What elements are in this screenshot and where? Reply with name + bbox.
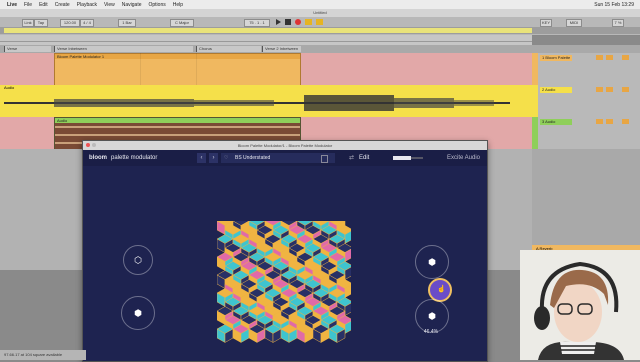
clip-title: Audio	[4, 85, 15, 90]
waveform	[4, 95, 510, 111]
key-select[interactable]: C Major	[170, 19, 194, 27]
arm-button[interactable]	[622, 119, 629, 124]
plugin-window: Bloom Palette Modulator/1 - Bloom Palett…	[82, 140, 488, 362]
record-icon[interactable]	[295, 19, 301, 25]
mixer-track-name[interactable]: 2 Audio	[540, 87, 572, 93]
edit-button[interactable]: Edit	[359, 150, 369, 166]
locator-verse[interactable]: Verse	[4, 46, 51, 52]
excite-audio-logo: Excite Audio	[447, 155, 481, 161]
plugin-window-title: Bloom Palette Modulator/1 - Bloom Palett…	[83, 141, 487, 150]
plugin-header: bloom palette modulator ‹ › ♡ BS Underst…	[83, 150, 487, 166]
output-slider[interactable]	[393, 156, 423, 160]
track-activator[interactable]	[596, 55, 603, 60]
preset-name: BS Understated	[235, 155, 271, 161]
macro-knob-right-top[interactable]: ⬢	[415, 245, 449, 279]
transport-bar: Untitled Link Tap 120.00 4 / 4 1 Bar C M…	[0, 9, 640, 36]
menu-navigate[interactable]: Navigate	[122, 2, 142, 8]
menu-playback[interactable]: Playback	[77, 2, 97, 8]
cube-icon: ⬢	[428, 311, 436, 321]
window-title: Untitled	[313, 10, 327, 15]
time-ruler[interactable]	[0, 35, 532, 45]
loop-icon[interactable]	[316, 19, 323, 25]
minimize-icon[interactable]	[92, 143, 96, 147]
menu-help[interactable]: Help	[173, 2, 183, 8]
overview-bar[interactable]	[4, 28, 532, 33]
mixer-track-name[interactable]: 3 Audio	[540, 119, 572, 125]
save-icon[interactable]	[321, 155, 328, 163]
macro-value-readout: 46.4%	[423, 329, 439, 335]
edit-icon[interactable]: ⇄	[349, 150, 354, 166]
quantize-select[interactable]: 1 Bar	[118, 19, 136, 27]
clip-bloom[interactable]: Bloom Palette Modulator 1	[54, 53, 301, 87]
solo-button[interactable]	[606, 55, 613, 60]
link-button[interactable]: Link	[22, 19, 34, 27]
tap-button[interactable]: Tap	[34, 19, 48, 27]
menu-create[interactable]: Create	[55, 2, 70, 8]
clip-title: Bloom Palette Modulator 1	[55, 54, 300, 59]
arm-button[interactable]	[622, 55, 629, 60]
cpu-meter: 7 %	[612, 19, 624, 27]
product-name: palette modulator	[111, 155, 158, 161]
solo-button[interactable]	[606, 87, 613, 92]
position-field[interactable]: 75 . 1 . 1	[244, 19, 270, 27]
locator-verse-2[interactable]: Verse 2 Inbetween	[262, 46, 301, 52]
mixer-track-2[interactable]: 2 Audio	[532, 85, 640, 117]
macro-knob-right-bottom[interactable]: ⬢	[415, 299, 449, 333]
menu-view[interactable]: View	[104, 2, 115, 8]
preset-selector[interactable]: ♡ BS Understated	[221, 153, 335, 163]
mixer-track-1[interactable]: 1 Bloom Palette	[532, 53, 640, 85]
mixer-track-3[interactable]: 3 Audio	[532, 117, 640, 149]
prev-preset-icon[interactable]: ‹	[197, 153, 206, 163]
menu-bar: Live File Edit Create Playback View Navi…	[0, 0, 640, 9]
status-bar: 97.66.17 at 104 square available	[0, 350, 86, 360]
menu-live[interactable]: Live	[7, 2, 17, 8]
pointer-icon: ☝	[437, 286, 446, 293]
webcam-overlay	[520, 250, 640, 360]
solo-button[interactable]	[606, 119, 613, 124]
mixer-track-name[interactable]: 1 Bloom Palette	[540, 55, 572, 61]
tempo-field[interactable]: 120.00	[60, 19, 80, 27]
brand-logo: bloom	[89, 155, 107, 161]
menu-file[interactable]: File	[24, 2, 32, 8]
arm-button[interactable]	[622, 87, 629, 92]
cube-icon: ⬢	[134, 308, 142, 318]
presenter-video	[520, 250, 640, 360]
cube-arrow-icon: ⬡	[134, 255, 142, 265]
track-activator[interactable]	[596, 119, 603, 124]
cube-icon: ⬢	[428, 257, 436, 267]
close-icon[interactable]	[86, 143, 90, 147]
track-lane-2[interactable]: Audio	[0, 85, 532, 117]
track-activator[interactable]	[596, 87, 603, 92]
midi-button[interactable]: MIDI	[566, 19, 582, 27]
locator-verse-inbetween[interactable]: Verse Inbetween	[54, 46, 193, 52]
key-button[interactable]: KEY	[540, 19, 552, 27]
menu-edit[interactable]: Edit	[39, 2, 48, 8]
signature-field[interactable]: 4 / 4	[80, 19, 94, 27]
palette-cube-pattern[interactable]	[217, 221, 351, 345]
locator-chorus[interactable]: Chorus	[196, 46, 261, 52]
locator-lane[interactable]: Verse Verse Inbetween Chorus Verse 2 Inb…	[0, 45, 532, 53]
menu-options[interactable]: Options	[149, 2, 166, 8]
menubar-clock: Sun 15 Feb 13:29	[594, 1, 634, 8]
stop-icon[interactable]	[285, 19, 291, 25]
automation-icon[interactable]	[305, 19, 312, 25]
play-icon[interactable]	[276, 19, 281, 25]
heart-icon[interactable]: ♡	[224, 153, 228, 163]
macro-knob-left-top[interactable]: ⬡	[123, 245, 153, 275]
track-lane-1[interactable]: Bloom Palette Modulator 1	[0, 53, 532, 87]
next-preset-icon[interactable]: ›	[209, 153, 218, 163]
macro-knob-left-bottom[interactable]: ⬢	[121, 296, 155, 330]
